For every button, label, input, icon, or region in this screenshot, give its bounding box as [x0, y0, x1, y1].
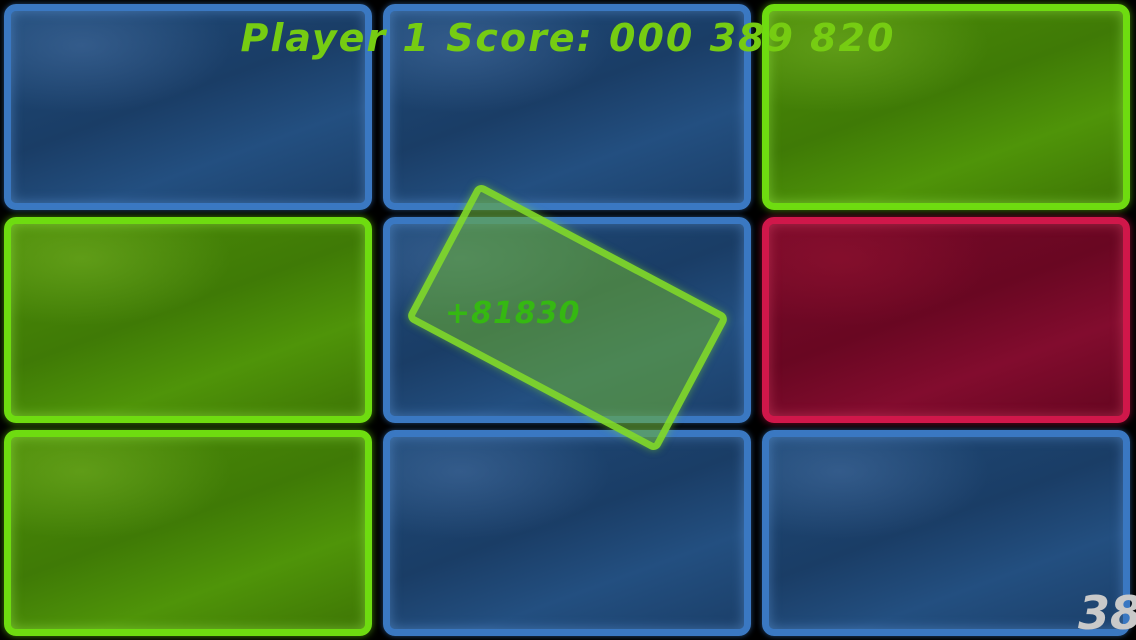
- score-label: Player 1 Score:: [240, 16, 594, 60]
- tile-r3-c2[interactable]: [383, 430, 751, 636]
- score-display: Player 1 Score: 000 389 820: [0, 16, 1136, 60]
- tile-r2-c1[interactable]: [4, 217, 372, 423]
- tile-r3-c3[interactable]: [762, 430, 1130, 636]
- points-popup: +81830: [445, 296, 581, 331]
- timer-counter: 38: [1077, 586, 1136, 640]
- score-value: 000 389 820: [609, 16, 896, 60]
- tile-r2-c3[interactable]: [762, 217, 1130, 423]
- tile-r3-c1[interactable]: [4, 430, 372, 636]
